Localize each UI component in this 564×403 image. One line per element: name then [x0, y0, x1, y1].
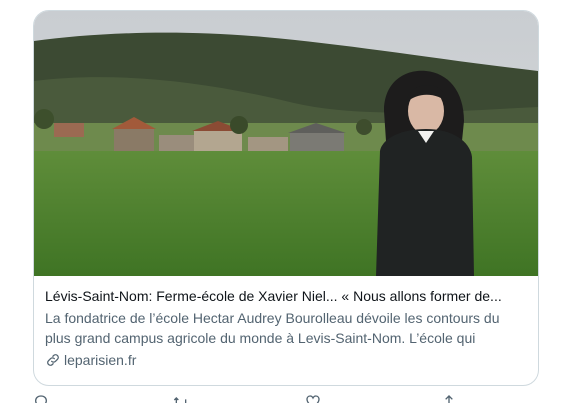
retweet-icon[interactable]	[173, 394, 189, 403]
like-icon[interactable]	[305, 394, 321, 403]
tweet-actions-bar	[33, 394, 537, 403]
link-preview-image[interactable]	[34, 11, 538, 276]
link-preview-card[interactable]: Lévis-Saint-Nom: Ferme-école de Xavier N…	[33, 10, 539, 386]
card-domain-row[interactable]: leparisien.fr	[45, 350, 527, 370]
card-domain: leparisien.fr	[64, 352, 137, 368]
card-title[interactable]: Lévis-Saint-Nom: Ferme-école de Xavier N…	[45, 286, 527, 306]
reply-icon[interactable]	[33, 394, 49, 403]
link-icon	[45, 352, 61, 368]
share-icon[interactable]	[441, 394, 457, 403]
card-description: La fondatrice de l’école Hectar Audrey B…	[45, 310, 500, 346]
